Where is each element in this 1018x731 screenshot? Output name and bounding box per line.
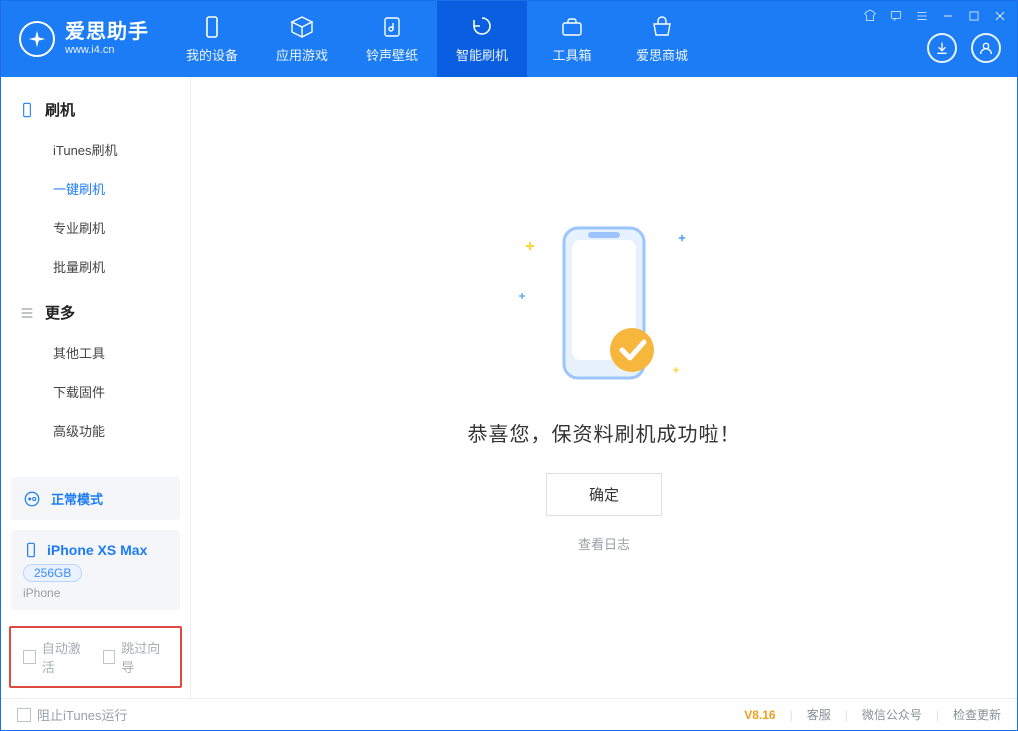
mode-icon [23,490,41,508]
success-title: 恭喜您，保资料刷机成功啦！ [468,418,741,447]
sidebar-item-other-tools[interactable]: 其他工具 [1,333,190,372]
device-type: iPhone [23,586,168,600]
window-controls [861,7,1009,25]
tab-label: 铃声壁纸 [366,45,418,64]
music-file-icon [379,14,405,40]
close-button[interactable] [991,7,1009,25]
main-nav: 我的设备 应用游戏 铃声壁纸 智能刷机 工具箱 爱思商城 [167,1,707,77]
block-itunes-checkbox[interactable]: 阻止iTunes运行 [17,705,128,724]
refresh-shield-icon [469,14,495,40]
sidebar-item-batch-flash[interactable]: 批量刷机 [1,247,190,286]
download-button[interactable] [927,33,957,63]
feedback-icon[interactable] [887,7,905,25]
app-subtitle: www.i4.cn [65,44,149,57]
menu-icon[interactable] [913,7,931,25]
skin-icon[interactable] [861,7,879,25]
sidebar-item-onekey-flash[interactable]: 一键刷机 [1,169,190,208]
sidebar-item-itunes-flash[interactable]: iTunes刷机 [1,130,190,169]
device-name: iPhone XS Max [47,542,147,558]
device-card[interactable]: iPhone XS Max 256GB iPhone [11,530,180,610]
device-phone-icon [23,542,39,558]
toolbox-icon [559,14,585,40]
tab-store[interactable]: 爱思商城 [617,1,707,77]
tab-label: 应用游戏 [276,45,328,64]
list-icon [19,305,35,321]
device-capacity-badge: 256GB [23,564,82,582]
view-log-link[interactable]: 查看日志 [578,534,630,553]
device-mode-button[interactable]: 正常模式 [11,477,180,520]
tab-my-device[interactable]: 我的设备 [167,1,257,77]
sidebar: 刷机 iTunes刷机 一键刷机 专业刷机 批量刷机 更多 其他工具 下载固件 … [1,77,191,698]
version-label: V8.16 [744,708,775,722]
device-icon [199,14,225,40]
sidebar-section-flash: 刷机 [1,89,190,130]
sidebar-section-more: 更多 [1,292,190,333]
body: 刷机 iTunes刷机 一键刷机 专业刷机 批量刷机 更多 其他工具 下载固件 … [1,77,1017,698]
minimize-button[interactable] [939,7,957,25]
footer-link-check-update[interactable]: 检查更新 [953,706,1001,723]
mode-label: 正常模式 [51,489,103,508]
auto-activate-checkbox[interactable]: 自动激活 [23,638,89,676]
success-illustration [544,222,664,392]
sidebar-item-advanced[interactable]: 高级功能 [1,411,190,450]
tab-label: 工具箱 [552,45,591,64]
app-title: 爱思助手 [65,21,149,44]
tab-smart-flash[interactable]: 智能刷机 [437,1,527,77]
footer-link-support[interactable]: 客服 [807,706,831,723]
footer-link-wechat[interactable]: 微信公众号 [862,706,922,723]
bottom-options-highlight: 自动激活 跳过向导 [9,626,182,688]
app-logo: 爱思助手 www.i4.cn [1,1,167,77]
store-icon [649,14,675,40]
user-button[interactable] [971,33,1001,63]
tab-ringtones-wallpapers[interactable]: 铃声壁纸 [347,1,437,77]
app-window: 爱思助手 www.i4.cn 我的设备 应用游戏 铃声壁纸 智能刷机 [0,0,1018,731]
ok-button[interactable]: 确定 [546,473,662,516]
tab-apps-games[interactable]: 应用游戏 [257,1,347,77]
sidebar-item-pro-flash[interactable]: 专业刷机 [1,208,190,247]
skip-guide-checkbox[interactable]: 跳过向导 [103,638,169,676]
header: 爱思助手 www.i4.cn 我的设备 应用游戏 铃声壁纸 智能刷机 [1,1,1017,77]
tab-label: 智能刷机 [456,45,508,64]
logo-icon [19,21,55,57]
phone-icon [19,102,35,118]
tab-label: 我的设备 [186,45,238,64]
tab-label: 爱思商城 [636,45,688,64]
sidebar-item-download-firmware[interactable]: 下载固件 [1,372,190,411]
main-content: 恭喜您，保资料刷机成功啦！ 确定 查看日志 [191,77,1017,698]
footer: 阻止iTunes运行 V8.16 | 客服 | 微信公众号 | 检查更新 [1,698,1017,730]
cube-icon [289,14,315,40]
tab-toolbox[interactable]: 工具箱 [527,1,617,77]
maximize-button[interactable] [965,7,983,25]
